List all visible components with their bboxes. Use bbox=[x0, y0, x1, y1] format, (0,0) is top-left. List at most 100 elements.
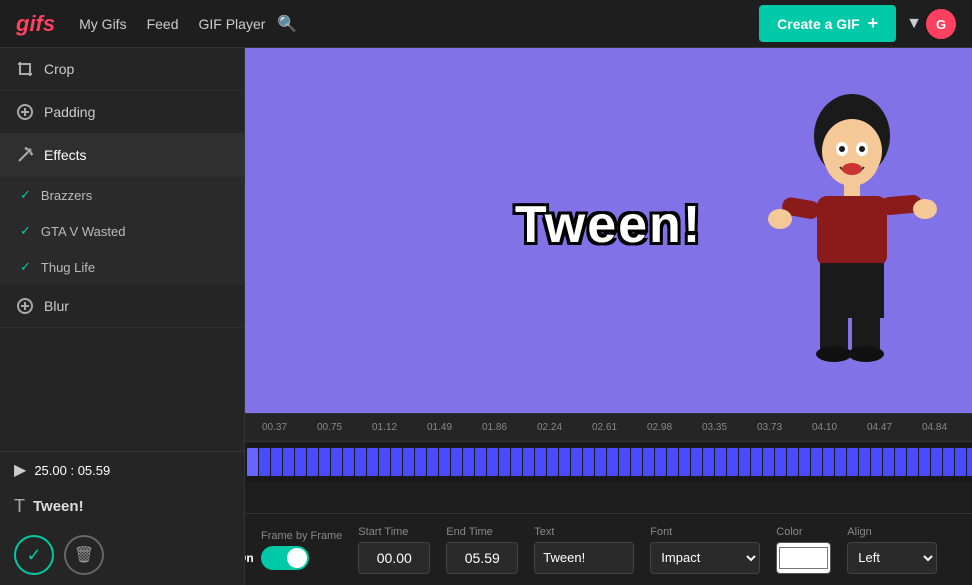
timeline-bar bbox=[847, 448, 858, 476]
timeline-bar bbox=[451, 448, 462, 476]
timeline-bar bbox=[931, 448, 942, 476]
text-field-label: Text bbox=[534, 526, 634, 538]
timeline-bar bbox=[583, 448, 594, 476]
timeline-bar bbox=[247, 448, 258, 476]
font-select[interactable]: Impact Arial Georgia Comic Sans bbox=[650, 542, 760, 574]
end-time-group: End Time bbox=[446, 526, 518, 574]
timeline-bar bbox=[643, 448, 654, 476]
text-field-input[interactable] bbox=[534, 542, 634, 574]
sidebar-item-blur[interactable]: Blur bbox=[0, 285, 244, 328]
character-svg bbox=[762, 91, 942, 371]
timeline-bar bbox=[367, 448, 378, 476]
wand-icon bbox=[16, 146, 34, 164]
timeline-bar bbox=[799, 448, 810, 476]
color-label: Color bbox=[776, 526, 831, 538]
timeline-bar bbox=[463, 448, 474, 476]
chevron-down-icon: ▼ bbox=[906, 15, 922, 33]
ruler-tick-10: 04.10 bbox=[797, 422, 852, 433]
timeline-bar bbox=[823, 448, 834, 476]
timeline-track[interactable] bbox=[245, 442, 972, 482]
delete-button[interactable]: 🗑 bbox=[64, 535, 104, 575]
timeline-bar bbox=[295, 448, 306, 476]
playback-bar: ▶ 25.00 : 05.59 bbox=[0, 451, 244, 488]
timeline-bar bbox=[955, 448, 966, 476]
ruler-tick-12: 04.84 bbox=[907, 422, 962, 433]
timeline-bar bbox=[679, 448, 690, 476]
timeline-bar bbox=[403, 448, 414, 476]
timeline-bar bbox=[967, 448, 972, 476]
timeline-bar bbox=[595, 448, 606, 476]
sidebar-subitem-gta-wasted[interactable]: ✓ GTA V Wasted bbox=[0, 213, 244, 249]
start-time-group: Start Time bbox=[358, 526, 430, 574]
frame-by-frame-label: Frame by Frame bbox=[261, 530, 342, 542]
play-button[interactable]: ▶ bbox=[14, 460, 26, 480]
color-group: Color bbox=[776, 526, 831, 574]
timeline-ruler: 00.37 00.75 01.12 01.49 01.86 02.24 02.6… bbox=[245, 414, 972, 442]
timeline-bar bbox=[703, 448, 714, 476]
start-time-input[interactable] bbox=[358, 542, 430, 574]
sidebar-item-crop[interactable]: Crop bbox=[0, 48, 244, 91]
user-avatar-wrap[interactable]: ▼ G bbox=[906, 9, 956, 39]
ruler-tick-3: 01.49 bbox=[412, 422, 467, 433]
timeline-bar bbox=[739, 448, 750, 476]
frame-by-frame-toggle[interactable]: On bbox=[261, 546, 309, 570]
color-input[interactable] bbox=[776, 542, 831, 574]
ruler-tick-6: 02.61 bbox=[577, 422, 632, 433]
timeline-bar bbox=[571, 448, 582, 476]
sidebar-subitem-brazzers[interactable]: ✓ Brazzers bbox=[0, 177, 244, 213]
nav-feed[interactable]: Feed bbox=[147, 16, 179, 32]
search-icon[interactable]: 🔍 bbox=[277, 14, 297, 34]
check-icon-gta: ✓ bbox=[20, 223, 31, 239]
timeline-bar bbox=[667, 448, 678, 476]
preview-area: Tween! bbox=[245, 48, 972, 585]
timeline-bar bbox=[943, 448, 954, 476]
sidebar-item-padding[interactable]: Padding bbox=[0, 91, 244, 134]
toggle-knob bbox=[287, 548, 307, 568]
timeline-bar bbox=[259, 448, 270, 476]
timeline-bar bbox=[775, 448, 786, 476]
timeline-bar bbox=[415, 448, 426, 476]
confirm-button[interactable]: ✓ bbox=[14, 535, 54, 575]
topnav: gifs My Gifs Feed GIF Player 🔍 Create a … bbox=[0, 0, 972, 48]
timeline-bar bbox=[895, 448, 906, 476]
toggle-wrap: On bbox=[261, 546, 342, 570]
sidebar-item-effects[interactable]: Effects bbox=[0, 134, 244, 177]
timeline-bar bbox=[379, 448, 390, 476]
timeline-bar bbox=[487, 448, 498, 476]
text-group: Text bbox=[534, 526, 634, 574]
nav-my-gifs[interactable]: My Gifs bbox=[79, 16, 126, 32]
ruler-tick-2: 01.12 bbox=[357, 422, 412, 433]
effects-submenu: ✓ Brazzers ✓ GTA V Wasted ✓ Thug Life bbox=[0, 177, 244, 285]
timeline-bar bbox=[427, 448, 438, 476]
time-display: 25.00 : 05.59 bbox=[34, 463, 110, 478]
sidebar-subitem-thug-life[interactable]: ✓ Thug Life bbox=[0, 249, 244, 285]
timeline-bar bbox=[271, 448, 282, 476]
timeline-bar bbox=[727, 448, 738, 476]
nav-links: My Gifs Feed GIF Player bbox=[79, 16, 265, 32]
controls-bar: Frame by Frame On Start Time End Time Te… bbox=[245, 513, 972, 585]
timeline-bar bbox=[319, 448, 330, 476]
timeline-bar bbox=[907, 448, 918, 476]
timeline-bar bbox=[883, 448, 894, 476]
ruler-tick-0: 00.37 bbox=[247, 422, 302, 433]
ruler-tick-11: 04.47 bbox=[852, 422, 907, 433]
timeline-bar bbox=[307, 448, 318, 476]
timeline-bar bbox=[439, 448, 450, 476]
timeline-bar bbox=[523, 448, 534, 476]
timeline-bar bbox=[547, 448, 558, 476]
align-select[interactable]: Left Center Right bbox=[847, 542, 937, 574]
nav-gif-player[interactable]: GIF Player bbox=[199, 16, 266, 32]
timeline-bar bbox=[751, 448, 762, 476]
text-label-row: T Tween! bbox=[0, 488, 244, 525]
create-gif-button[interactable]: Create a GIF + bbox=[759, 5, 896, 42]
timeline-bar bbox=[535, 448, 546, 476]
main-area: Crop Padding Effects ✓ Brazzers ✓ GTA V … bbox=[0, 48, 972, 585]
timeline-bar bbox=[331, 448, 342, 476]
end-time-input[interactable] bbox=[446, 542, 518, 574]
ruler-tick-9: 03.73 bbox=[742, 422, 797, 433]
text-element-label[interactable]: Tween! bbox=[33, 498, 84, 515]
timeline-bar bbox=[559, 448, 570, 476]
timeline-bar bbox=[355, 448, 366, 476]
timeline-bar bbox=[811, 448, 822, 476]
timeline-bar bbox=[343, 448, 354, 476]
